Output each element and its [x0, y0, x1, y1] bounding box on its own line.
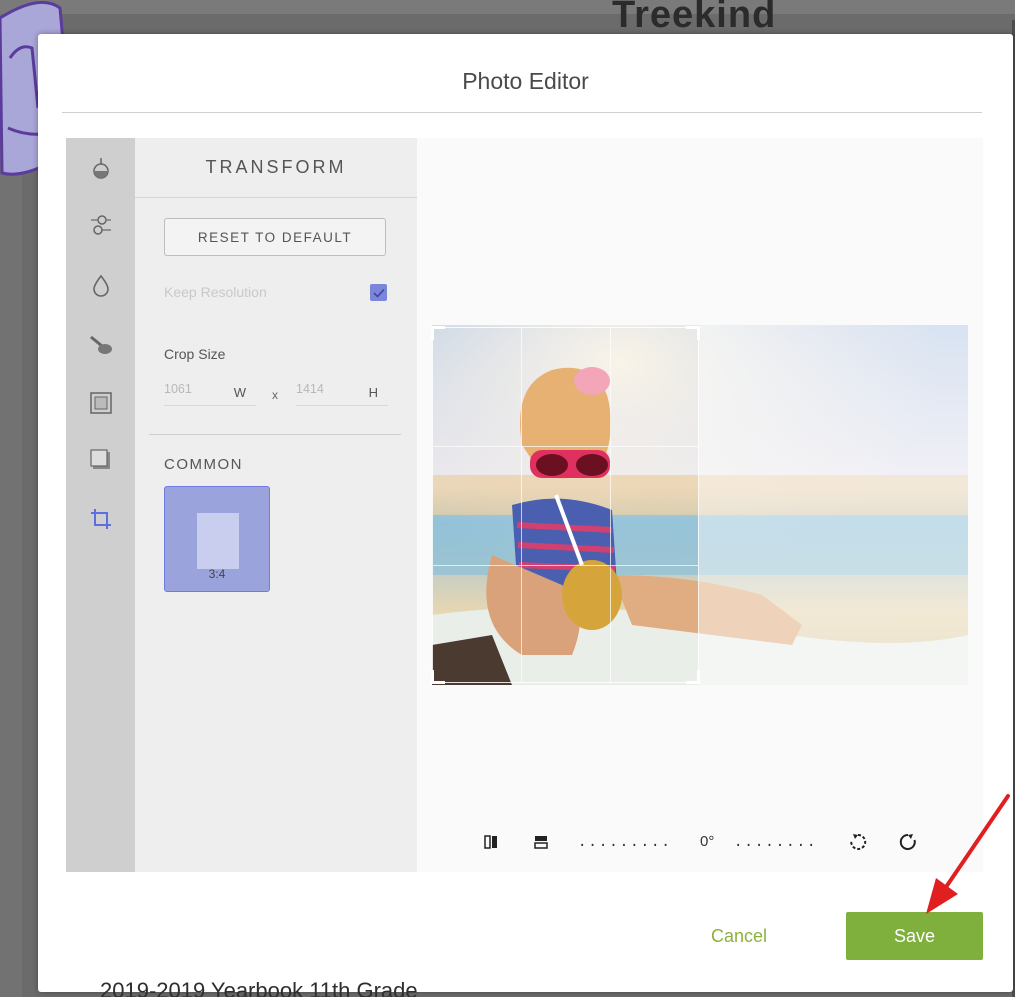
background-top-strip: [0, 0, 1015, 14]
crop-width-value: 1061: [164, 382, 192, 396]
background-bottom-text: 2019-2019 Yearbook 11th Grade: [100, 978, 418, 997]
rotation-slider-left[interactable]: .........: [578, 834, 672, 850]
rotate-right-icon[interactable]: [898, 832, 918, 852]
crop-separator: x: [272, 388, 278, 402]
crop-handle-top-right[interactable]: [686, 326, 700, 340]
crop-size-label: Crop Size: [164, 346, 226, 362]
crop-handle-bottom-left[interactable]: [431, 670, 445, 684]
crop-grid-line: [433, 446, 698, 447]
cancel-button[interactable]: Cancel: [700, 920, 778, 952]
ratio-preview: [197, 513, 239, 569]
crop-icon[interactable]: [66, 504, 135, 534]
crop-grid-line: [521, 328, 522, 682]
crop-height-value: 1414: [296, 382, 324, 396]
shadow-frame-icon[interactable]: [66, 445, 135, 475]
annotation-arrow-icon: [926, 794, 1010, 914]
modal-title: Photo Editor: [462, 68, 589, 94]
ratio-option-3-4[interactable]: 3:4: [164, 486, 270, 592]
tool-rail: [66, 138, 135, 872]
transform-toolbar: ......... 0° ........: [478, 828, 918, 856]
common-section-label: COMMON: [164, 456, 243, 473]
rotation-angle-value: 0°: [700, 833, 715, 850]
crop-handle-top-left[interactable]: [431, 326, 445, 340]
crop-grid-line: [433, 565, 698, 566]
color-drop-icon[interactable]: [66, 271, 135, 301]
ratio-option-label: 3:4: [208, 567, 226, 581]
crop-height-field[interactable]: 1414 H: [296, 378, 388, 406]
background-heading: Treekind: [612, 0, 777, 34]
transform-panel: TRANSFORM RESET TO DEFAULT Keep Resoluti…: [135, 138, 417, 872]
keep-resolution-checkbox[interactable]: [370, 284, 387, 301]
panel-divider: [149, 434, 401, 435]
frame-icon[interactable]: [66, 388, 135, 418]
adjust-icon[interactable]: [66, 153, 135, 183]
flip-vertical-icon[interactable]: [531, 832, 551, 852]
crop-width-field[interactable]: 1061 W: [164, 378, 256, 406]
flip-horizontal-icon[interactable]: [481, 832, 501, 852]
brush-icon[interactable]: [66, 331, 135, 361]
check-icon: [372, 288, 385, 298]
rotation-slider-right[interactable]: ........: [734, 834, 817, 850]
rotate-left-icon[interactable]: [848, 832, 868, 852]
crop-frame[interactable]: [431, 326, 700, 684]
modal-title-divider: [62, 112, 982, 113]
crop-grid-line: [610, 328, 611, 682]
filters-icon[interactable]: [66, 210, 135, 240]
keep-resolution-label: Keep Resolution: [164, 284, 267, 300]
crop-height-unit: H: [368, 385, 378, 400]
crop-outside-overlay: [699, 325, 968, 685]
crop-width-unit: W: [233, 385, 246, 400]
panel-header: TRANSFORM: [135, 138, 417, 198]
reset-to-default-button[interactable]: RESET TO DEFAULT: [164, 218, 386, 256]
crop-handle-bottom-right[interactable]: [686, 670, 700, 684]
